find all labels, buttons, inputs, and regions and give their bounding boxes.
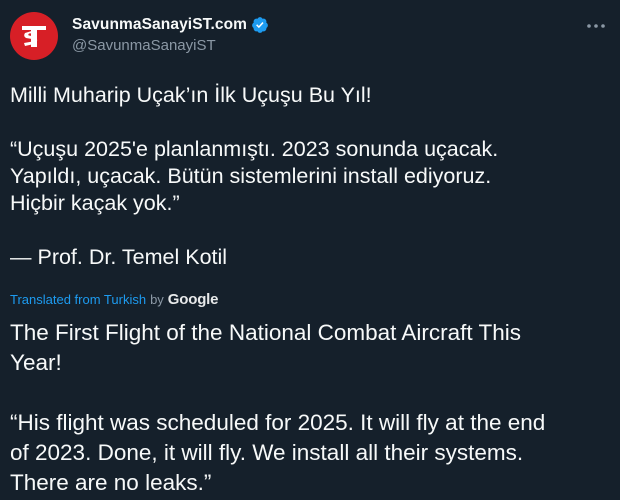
tweet-header: SavunmaSanayiST.com @SavunmaSanayiST [10,12,610,62]
account-names: SavunmaSanayiST.com @SavunmaSanayiST [72,14,269,54]
translation-notice[interactable]: Translated from Turkish by Google [10,291,218,308]
account-handle[interactable]: @SavunmaSanayiST [72,37,269,54]
google-logo: Google [167,291,219,308]
quote-line: “Uçuşu 2025'e planlanmıştı. 2023 sonunda… [10,137,499,161]
tweet-headline: Milli Muharip Uçak’ın İlk Uçuşu Bu Yıl! [10,83,372,107]
translated-quote-line: There are no leaks.” [10,470,212,495]
translated-by-label: by [150,292,164,307]
avatar[interactable] [10,12,58,60]
more-options-icon[interactable] [584,16,608,36]
tweet-translation-text: The First Flight of the National Combat … [10,318,610,498]
translated-headline: Year! [10,350,62,375]
st-logo-icon [22,26,46,47]
quote-line: Hiçbir kaçak yok.” [10,191,180,215]
tweet: SavunmaSanayiST.com @SavunmaSanayiST Mil… [0,0,620,500]
quote-line: Yapıldı, uçacak. Bütün sistemlerini inst… [10,164,492,188]
translated-from-label[interactable]: Translated from Turkish [10,292,146,307]
tweet-original-text: Milli Muharip Uçak’ın İlk Uçuşu Bu Yıl! … [10,82,610,271]
verified-badge-icon [251,16,269,34]
translated-headline: The First Flight of the National Combat … [10,320,522,345]
display-name[interactable]: SavunmaSanayiST.com [72,16,247,34]
translated-quote-line: “His flight was scheduled for 2025. It w… [10,410,546,435]
translated-quote-line: of 2023. Done, it will fly. We install a… [10,440,524,465]
attribution: — Prof. Dr. Temel Kotil [10,245,228,269]
